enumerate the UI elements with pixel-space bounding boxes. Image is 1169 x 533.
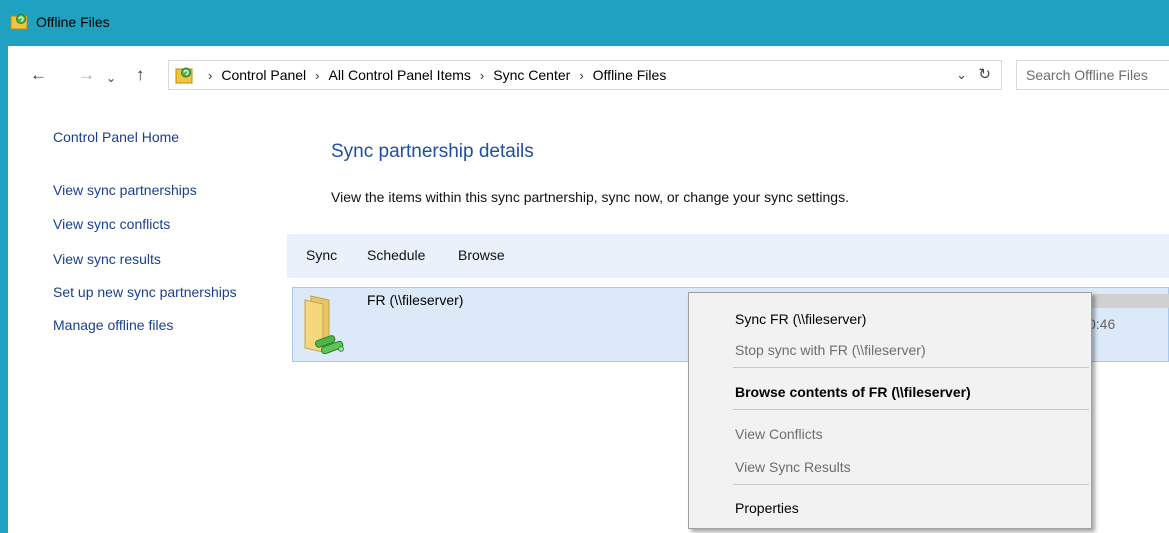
breadcrumb-offline-files[interactable]: Offline Files bbox=[593, 67, 667, 83]
sync-progress-bar bbox=[1083, 294, 1169, 308]
back-arrow-icon[interactable]: ← bbox=[30, 64, 47, 86]
last-sync-time: 0:46 bbox=[1088, 316, 1116, 332]
view-sync-conflicts-link[interactable]: View sync conflicts bbox=[53, 216, 170, 232]
breadcrumb-separator-icon[interactable]: › bbox=[208, 68, 212, 83]
set-up-sync-partnerships-link[interactable]: Set up new sync partnerships bbox=[53, 284, 237, 300]
view-sync-partnerships-link[interactable]: View sync partnerships bbox=[53, 182, 197, 198]
menu-separator bbox=[733, 409, 1089, 410]
window-frame-left bbox=[0, 46, 8, 533]
context-menu: Sync FR (\\fileserver) Stop sync with FR… bbox=[688, 292, 1092, 529]
page-description: View the items within this sync partners… bbox=[331, 189, 849, 205]
breadcrumb-separator-icon[interactable]: › bbox=[579, 68, 583, 83]
menu-item-properties[interactable]: Properties bbox=[735, 500, 799, 516]
sync-center-icon bbox=[175, 67, 193, 84]
refresh-icon[interactable]: ↻ bbox=[978, 65, 991, 83]
command-toolbar: Sync Schedule Browse bbox=[287, 234, 1169, 278]
navigation-bar: ← → ⌄ ↑ › Control Panel › All Control Pa… bbox=[8, 46, 1169, 106]
menu-item-view-sync-results[interactable]: View Sync Results bbox=[735, 459, 851, 475]
address-bar[interactable]: › Control Panel › All Control Panel Item… bbox=[168, 60, 1002, 90]
breadcrumb-separator-icon[interactable]: › bbox=[480, 68, 484, 83]
menu-item-view-conflicts[interactable]: View Conflicts bbox=[735, 426, 823, 442]
breadcrumb-separator-icon[interactable]: › bbox=[315, 68, 319, 83]
menu-item-stop-sync[interactable]: Stop sync with FR (\\fileserver) bbox=[735, 342, 926, 358]
breadcrumb: › Control Panel › All Control Panel Item… bbox=[199, 67, 666, 83]
up-arrow-icon[interactable]: ↑ bbox=[136, 64, 145, 86]
menu-item-sync[interactable]: Sync FR (\\fileserver) bbox=[735, 311, 866, 327]
control-panel-home-link[interactable]: Control Panel Home bbox=[53, 129, 179, 145]
window-title: Offline Files bbox=[36, 14, 110, 30]
partnership-name: FR (\\fileserver) bbox=[367, 292, 464, 308]
page-title: Sync partnership details bbox=[331, 141, 534, 162]
sync-center-icon bbox=[10, 14, 28, 30]
menu-separator bbox=[733, 367, 1089, 368]
breadcrumb-all-items[interactable]: All Control Panel Items bbox=[329, 67, 471, 83]
breadcrumb-control-panel[interactable]: Control Panel bbox=[221, 67, 306, 83]
search-placeholder: Search Offline Files bbox=[1026, 67, 1148, 83]
menu-separator bbox=[733, 484, 1089, 485]
address-dropdown-icon[interactable]: ⌄ bbox=[956, 67, 967, 83]
search-input[interactable]: Search Offline Files bbox=[1016, 60, 1169, 90]
offline-folder-icon bbox=[304, 295, 344, 355]
manage-offline-files-link[interactable]: Manage offline files bbox=[53, 317, 173, 333]
recent-locations-chevron-icon[interactable]: ⌄ bbox=[106, 67, 116, 89]
view-sync-results-link[interactable]: View sync results bbox=[53, 251, 161, 267]
browse-button[interactable]: Browse bbox=[458, 247, 505, 263]
forward-arrow-icon[interactable]: → bbox=[78, 64, 95, 86]
menu-item-browse-contents[interactable]: Browse contents of FR (\\fileserver) bbox=[735, 384, 971, 400]
left-nav-pane: Control Panel Home View sync partnership… bbox=[8, 106, 288, 533]
title-bar: Offline Files bbox=[0, 0, 1169, 46]
sync-button[interactable]: Sync bbox=[306, 247, 337, 263]
breadcrumb-sync-center[interactable]: Sync Center bbox=[493, 67, 570, 83]
schedule-button[interactable]: Schedule bbox=[367, 247, 425, 263]
